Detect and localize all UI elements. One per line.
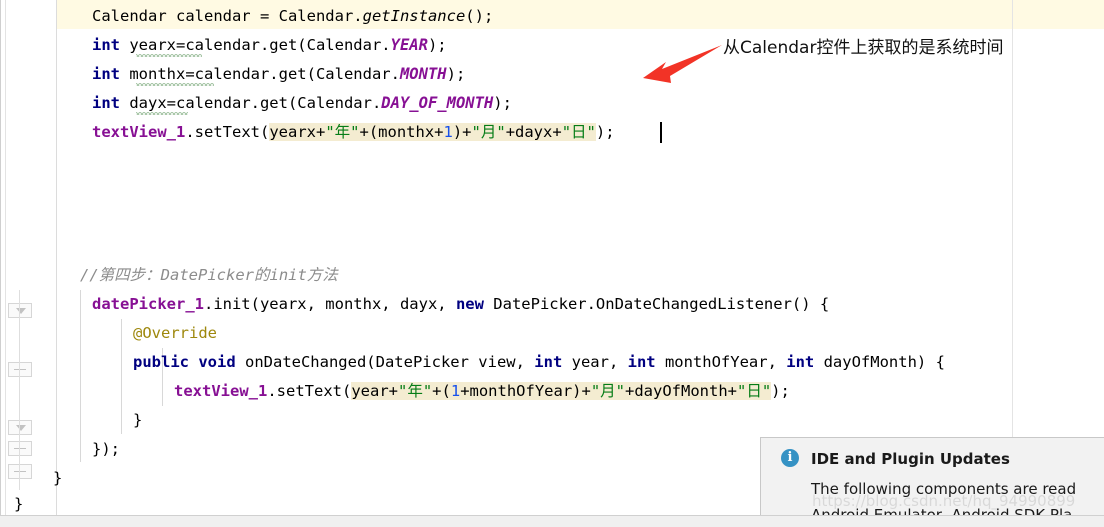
code-line[interactable]: textView_1.setText(yearx+"年"+(monthx+1)+…: [92, 118, 615, 147]
code-line[interactable]: Calendar calendar = Calendar.getInstance…: [92, 2, 493, 31]
code-token: DatePicker.OnDateChangedListener() {: [483, 295, 830, 313]
code-token: textView_1: [92, 123, 186, 141]
code-token: int: [92, 36, 120, 54]
annotation-arrow-icon: [643, 45, 722, 83]
code-token: 1: [443, 123, 453, 141]
code-token: "日": [737, 382, 772, 400]
code-token: monthOfYear,: [655, 353, 787, 371]
text-caret: [660, 122, 662, 143]
code-token: getInstance: [362, 7, 466, 25]
code-line[interactable]: public void onDateChanged(DatePicker vie…: [133, 348, 945, 377]
code-token: .init(yearx, monthx, dayx,: [203, 295, 456, 313]
code-token: "月": [590, 382, 626, 400]
code-token: year+: [351, 382, 398, 400]
code-line[interactable]: }: [133, 406, 142, 435]
code-line[interactable]: }: [53, 464, 62, 493]
code-token: new: [455, 295, 484, 313]
code-token: MONTH: [399, 65, 447, 83]
squiggle-underline: [136, 112, 188, 115]
code-line[interactable]: //第四步：DatePicker的init方法: [80, 261, 338, 290]
code-token: +dayx+: [505, 123, 562, 141]
code-token: int: [786, 353, 815, 371]
code-token: .setText(: [267, 382, 352, 400]
code-token: +(monthx+: [359, 123, 444, 141]
squiggle-underline: [136, 83, 214, 86]
annotation-caption: 从Calendar控件上获取的是系统时间: [723, 38, 1004, 58]
code-token: int: [534, 353, 563, 371]
code-token: YEAR: [390, 36, 428, 54]
code-token: onDateChanged(DatePicker view,: [235, 353, 535, 371]
code-token: );: [446, 65, 466, 83]
code-token: );: [771, 382, 790, 400]
code-token: int: [627, 353, 656, 371]
code-token: }: [133, 411, 143, 429]
code-token: });: [92, 440, 120, 458]
code-line[interactable]: datePicker_1.init(yearx, monthx, dayx, n…: [92, 290, 829, 319]
code-token: );: [427, 36, 447, 54]
code-token: +(: [432, 382, 451, 400]
code-token: dayOfMonth) {: [814, 353, 945, 371]
code-token: ();: [465, 7, 494, 25]
code-token: int: [92, 94, 120, 112]
code-token: "月": [471, 123, 506, 141]
code-token: Calendar calendar = Calendar.: [92, 7, 363, 25]
code-token: .setText(: [185, 123, 270, 141]
code-token: int: [92, 65, 120, 83]
code-token: }: [14, 495, 24, 513]
code-token: );: [493, 94, 512, 112]
notification-body-line-1: The following components are read: [811, 480, 1077, 498]
code-token: yearx+: [269, 123, 326, 141]
info-icon: [781, 449, 799, 467]
notification-balloon[interactable]: IDE and Plugin Updates The following com…: [760, 437, 1104, 527]
code-token: )+: [452, 123, 472, 141]
code-token: year,: [562, 353, 628, 371]
code-token: "日": [561, 123, 596, 141]
code-token: yearx=calendar.get(Calendar.: [120, 36, 391, 54]
code-editor[interactable]: Calendar calendar = Calendar.getInstance…: [0, 0, 1104, 527]
squiggle-underline: [136, 54, 202, 57]
editor-bottom-strip: [0, 515, 1104, 527]
code-token: DAY_OF_MONTH: [381, 94, 494, 112]
code-token: //第四步：DatePicker的init方法: [80, 266, 338, 284]
code-line[interactable]: });: [92, 435, 120, 464]
code-token: monthx=calendar.get(Calendar.: [120, 65, 400, 83]
code-line[interactable]: @Override: [133, 319, 217, 348]
code-token: public void: [133, 353, 236, 371]
code-token: "年": [325, 123, 360, 141]
code-token: "年": [398, 382, 433, 400]
notification-title: IDE and Plugin Updates: [811, 450, 1010, 468]
code-token: }: [53, 469, 63, 487]
code-token: textView_1: [174, 382, 268, 400]
code-line[interactable]: textView_1.setText(year+"年"+(1+monthOfYe…: [174, 377, 790, 406]
code-token: 1: [450, 382, 461, 400]
code-token: );: [595, 123, 615, 141]
code-token: datePicker_1: [92, 295, 204, 313]
code-token: @Override: [133, 324, 217, 342]
code-token: +monthOfYear)+: [460, 382, 591, 400]
code-token: +dayOfMonth+: [625, 382, 737, 400]
code-token: dayx=calendar.get(Calendar.: [120, 94, 382, 112]
